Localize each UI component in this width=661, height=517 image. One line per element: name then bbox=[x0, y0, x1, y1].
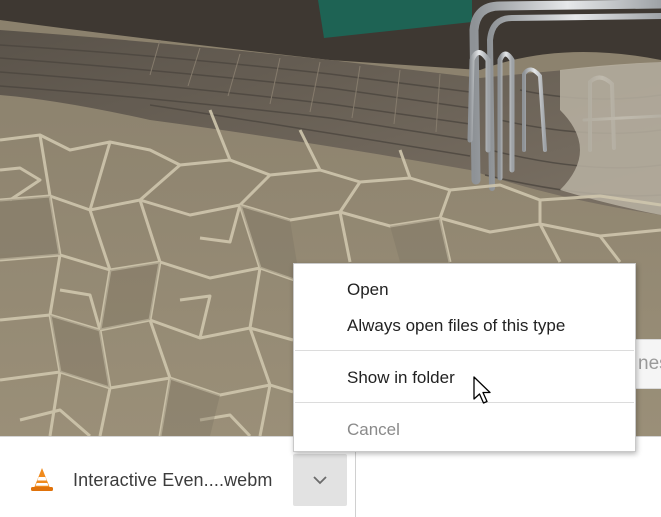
mouse-pointer-icon bbox=[473, 376, 491, 404]
chevron-down-icon bbox=[313, 475, 327, 484]
menu-separator bbox=[295, 402, 634, 403]
menu-item-show-in-folder[interactable]: Show in folder bbox=[294, 361, 635, 395]
partial-button-label: nes bbox=[638, 353, 661, 374]
menu-item-always-open[interactable]: Always open files of this type bbox=[294, 309, 635, 343]
menu-item-cancel[interactable]: Cancel bbox=[294, 413, 635, 447]
vlc-cone-icon bbox=[31, 468, 53, 491]
download-options-button[interactable] bbox=[293, 454, 347, 506]
download-context-menu: Open Always open files of this type Show… bbox=[293, 263, 636, 452]
menu-separator bbox=[295, 350, 634, 351]
menu-item-open[interactable]: Open bbox=[294, 273, 635, 307]
partial-button[interactable]: nes bbox=[633, 339, 661, 389]
download-filename: Interactive Even....webm bbox=[73, 470, 273, 490]
